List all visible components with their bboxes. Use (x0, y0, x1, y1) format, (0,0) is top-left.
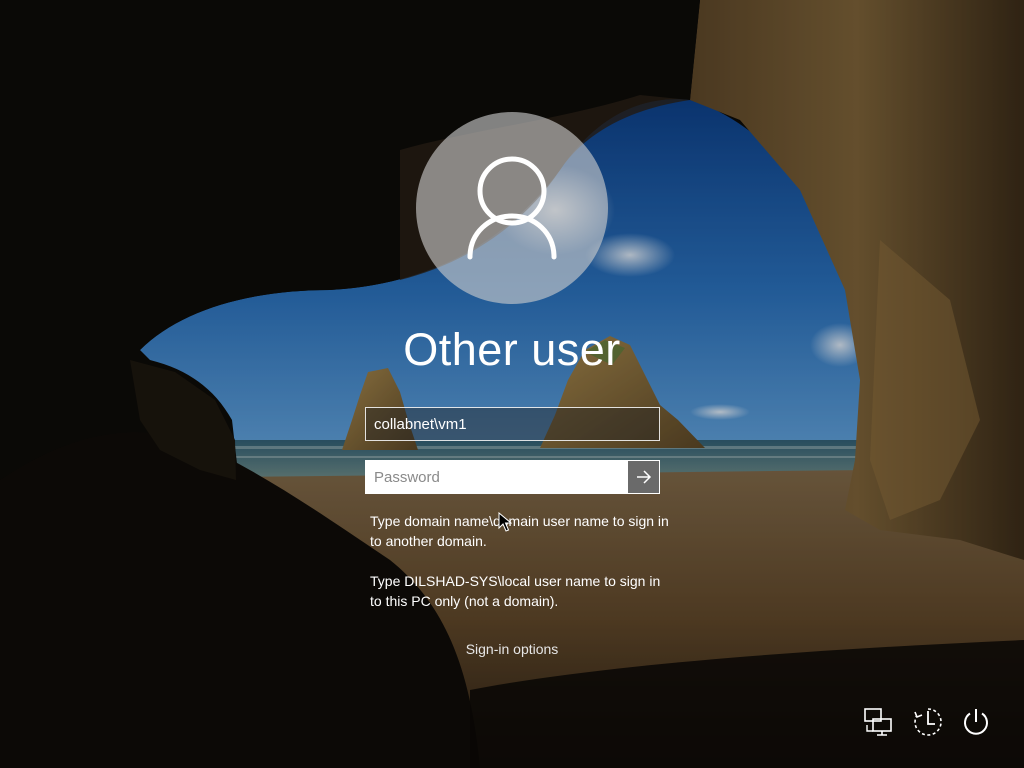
user-display-name: Other user (403, 324, 621, 375)
ease-of-access-button[interactable] (910, 704, 946, 740)
power-icon (964, 709, 988, 735)
user-avatar (416, 112, 608, 304)
ease-of-access-icon (914, 708, 942, 736)
username-field[interactable] (365, 407, 660, 441)
network-button[interactable] (862, 704, 898, 740)
local-hint-text: Type DILSHAD-SYS\local user name to sign… (370, 573, 661, 609)
password-box (365, 460, 660, 494)
power-button[interactable] (958, 704, 994, 740)
network-icon (864, 708, 892, 736)
user-silhouette-icon (467, 156, 557, 260)
domain-hint-text: Type domain name\domain user name to sig… (370, 513, 669, 549)
password-field[interactable] (366, 461, 628, 493)
sign-in-options-link[interactable]: Sign-in options (412, 639, 612, 659)
arrow-right-icon (636, 470, 651, 484)
lock-screen: Other user Type domain name\domain user … (0, 0, 1024, 768)
submit-button[interactable] (628, 461, 659, 493)
